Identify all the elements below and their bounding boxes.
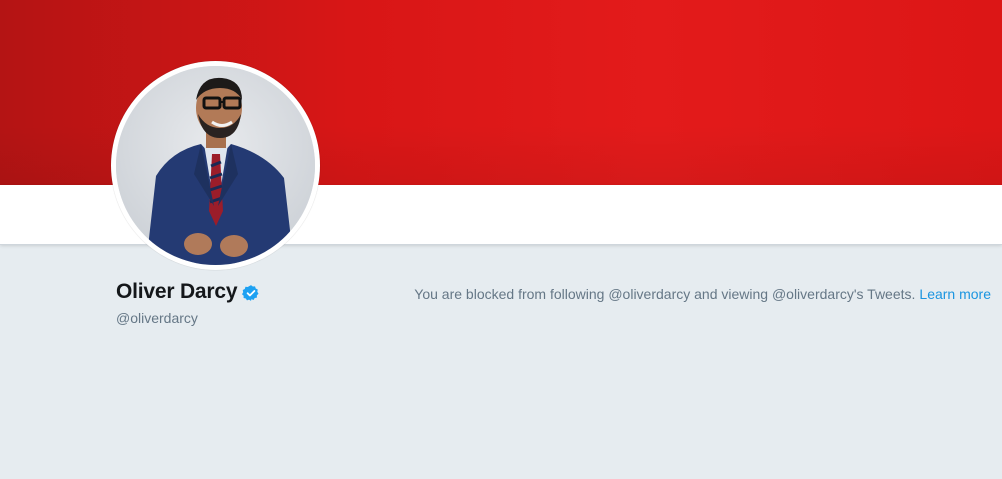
blocked-notice: You are blocked from following @oliverda…	[414, 286, 991, 302]
profile-name[interactable]: Oliver Darcy	[116, 280, 238, 304]
profile-handle[interactable]: @oliverdarcy	[116, 310, 198, 326]
verified-badge-icon	[242, 284, 260, 302]
profile-name-row: Oliver Darcy	[116, 280, 260, 304]
avatar-photo-icon	[116, 66, 315, 265]
avatar-image	[116, 66, 315, 265]
learn-more-link[interactable]: Learn more	[919, 286, 991, 302]
blocked-notice-text: You are blocked from following @oliverda…	[414, 286, 916, 302]
avatar[interactable]	[111, 61, 320, 270]
